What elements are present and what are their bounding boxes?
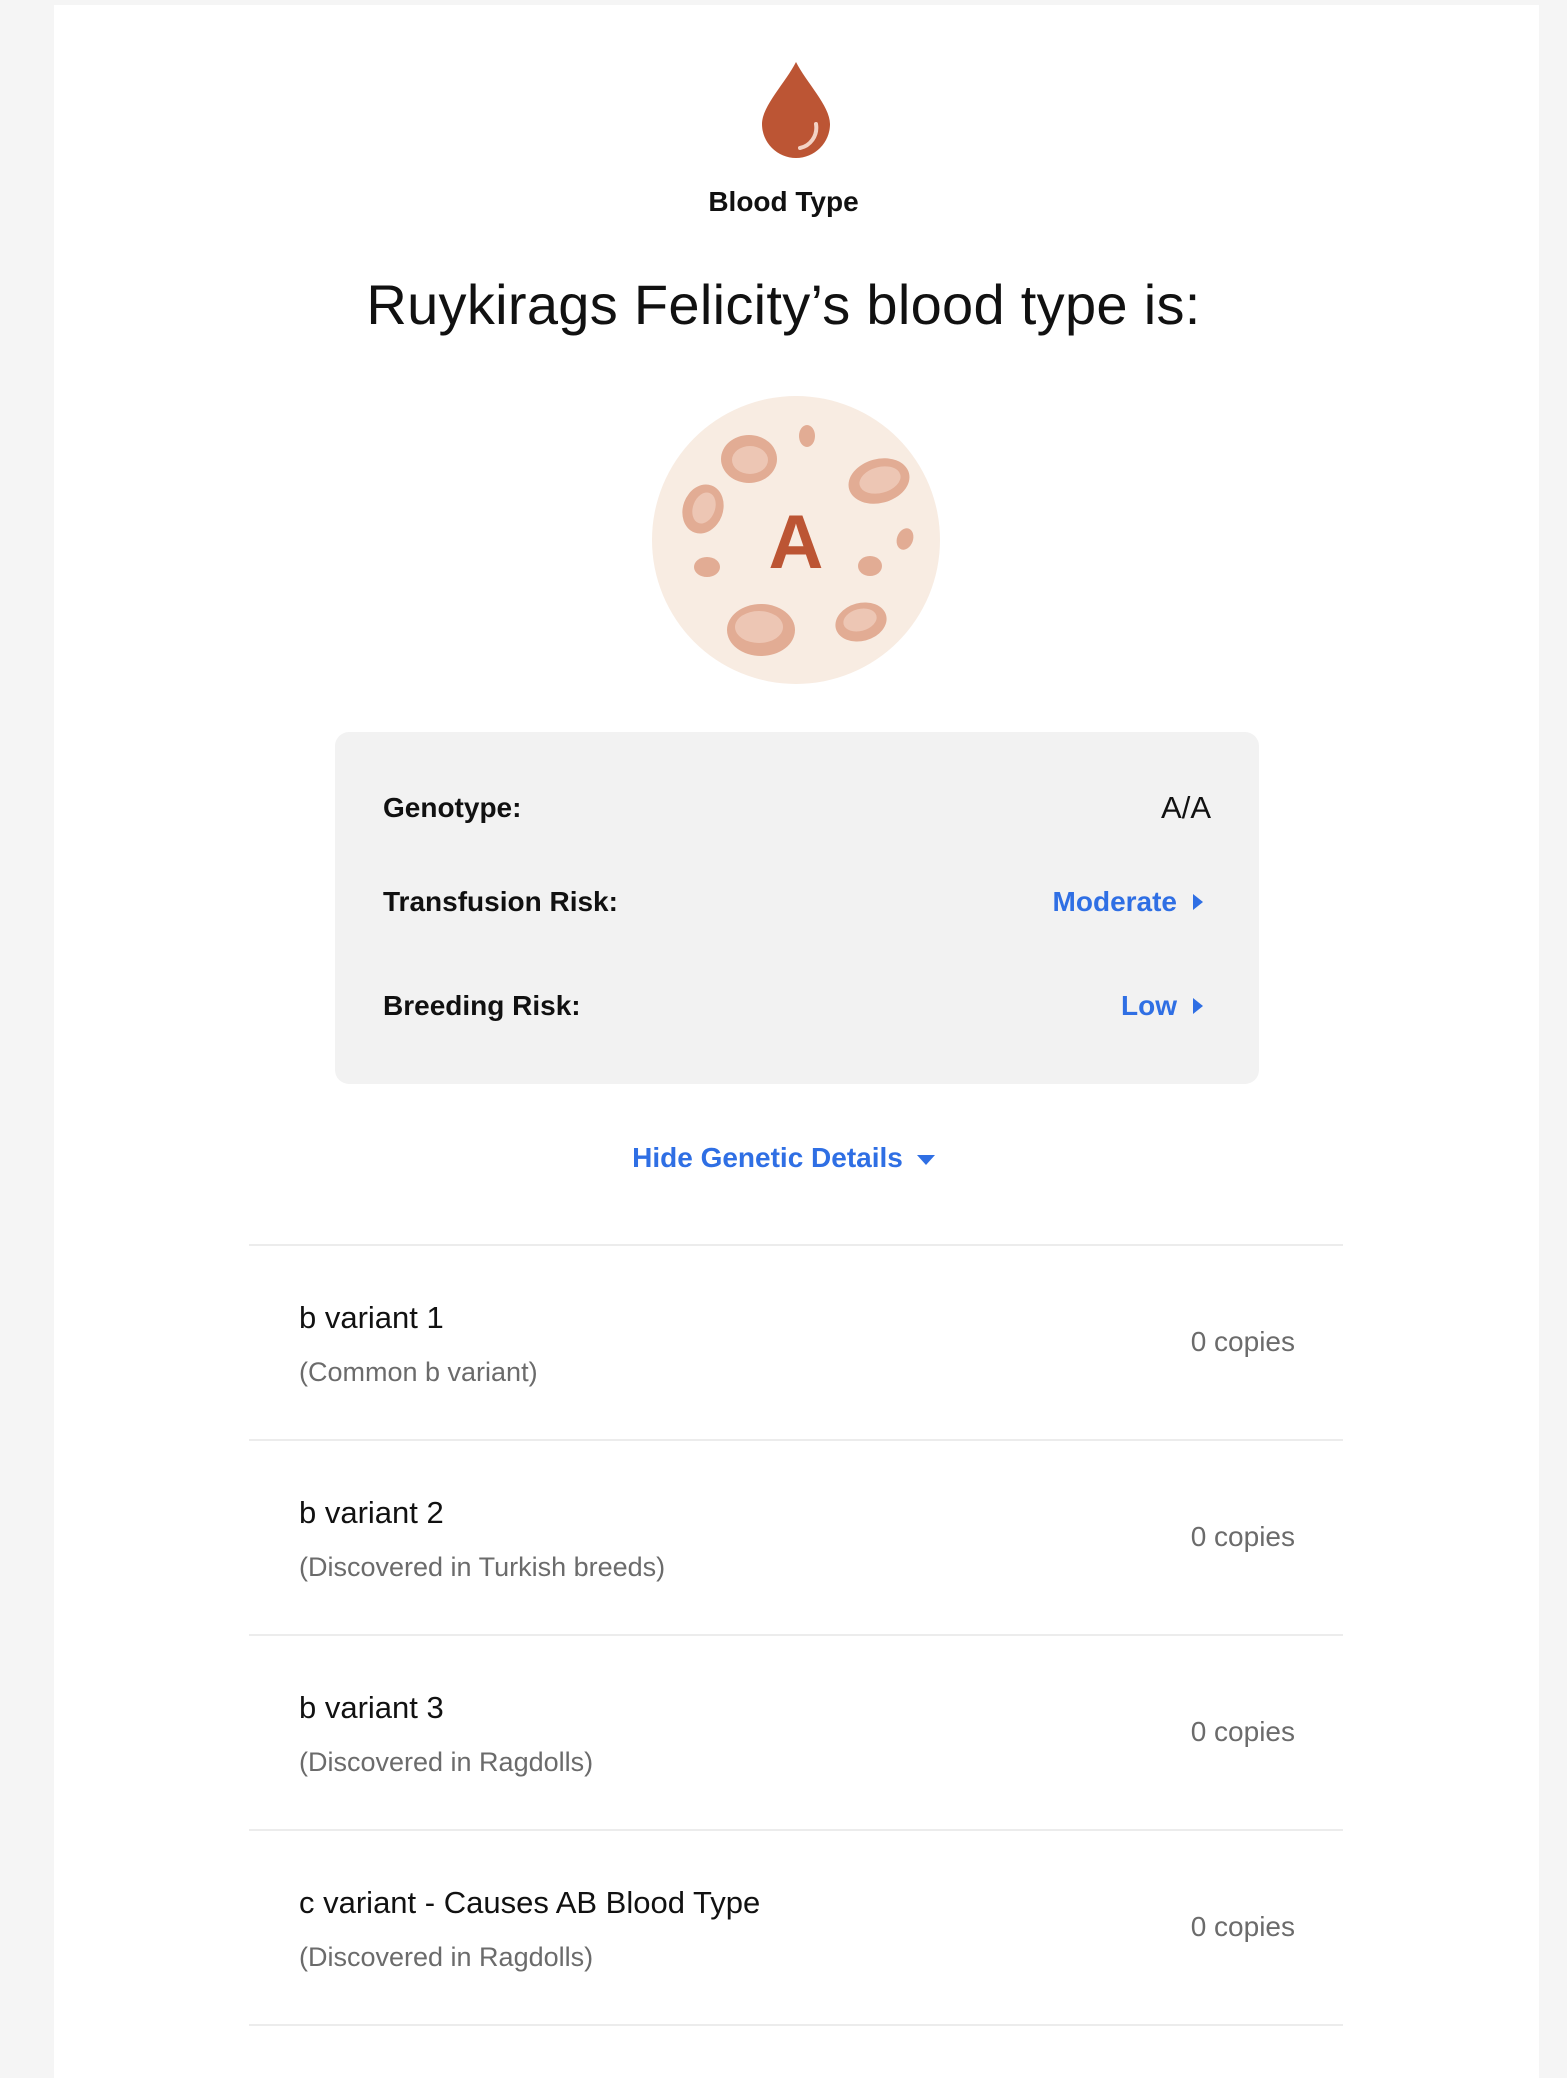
- variant-name: b variant 2: [299, 1495, 444, 1530]
- blood-drop-icon: [762, 62, 830, 158]
- variant-copies: 0 copies: [1190, 1911, 1295, 1942]
- variant-name: b variant 3: [299, 1690, 444, 1725]
- variant-description: (Discovered in Ragdolls): [299, 1942, 594, 1972]
- genotype-row: Genotype: A/A: [383, 786, 1211, 830]
- genotype-value: A/A: [1161, 790, 1211, 825]
- caret-right-icon: [1193, 894, 1203, 910]
- list-item: b variant 2 (Discovered in Turkish breed…: [249, 1439, 1343, 1634]
- list-item: b variant 1 (Common b variant) 0 copies: [249, 1244, 1343, 1439]
- variant-copies: 0 copies: [1190, 1716, 1295, 1747]
- section-label: Blood Type: [708, 186, 859, 217]
- breeding-risk-row: Breeding Risk: Low: [383, 984, 1211, 1028]
- caret-down-icon: [916, 1154, 935, 1165]
- variant-list: b variant 1 (Common b variant) 0 copies …: [249, 1244, 1343, 2026]
- variant-name: b variant 1: [299, 1300, 444, 1335]
- blood-type-letter: A: [769, 500, 824, 585]
- list-item: b variant 3 (Discovered in Ragdolls) 0 c…: [249, 1634, 1343, 1829]
- genotype-label: Genotype:: [383, 792, 522, 823]
- variant-copies: 0 copies: [1190, 1326, 1295, 1357]
- breeding-risk-label: Breeding Risk:: [383, 990, 581, 1021]
- list-item: c variant - Causes AB Blood Type (Discov…: [249, 1829, 1343, 2026]
- page-title: Ruykirags Felicity’s blood type is:: [366, 273, 1201, 336]
- variant-description: (Discovered in Turkish breeds): [299, 1552, 666, 1582]
- variant-description: (Discovered in Ragdolls): [299, 1747, 594, 1777]
- hide-genetic-details-label: Hide Genetic Details: [632, 1142, 903, 1173]
- variant-description: (Common b variant): [299, 1357, 538, 1387]
- summary-panel: Genotype: A/A Transfusion Risk: Moderate…: [335, 732, 1259, 1084]
- caret-right-icon: [1193, 998, 1203, 1014]
- transfusion-risk-label: Transfusion Risk:: [383, 886, 618, 917]
- variant-copies: 0 copies: [1190, 1521, 1295, 1552]
- breeding-risk-value: Low: [1121, 990, 1177, 1021]
- transfusion-risk-row: Transfusion Risk: Moderate: [383, 880, 1211, 924]
- transfusion-risk-link[interactable]: Moderate: [1053, 886, 1203, 918]
- variant-name: c variant - Causes AB Blood Type: [299, 1885, 761, 1920]
- hide-genetic-details-button[interactable]: Hide Genetic Details: [0, 1142, 1567, 1174]
- transfusion-risk-value: Moderate: [1052, 886, 1177, 917]
- breeding-risk-link[interactable]: Low: [1121, 990, 1203, 1022]
- blood-cells-illustration: A: [652, 396, 940, 684]
